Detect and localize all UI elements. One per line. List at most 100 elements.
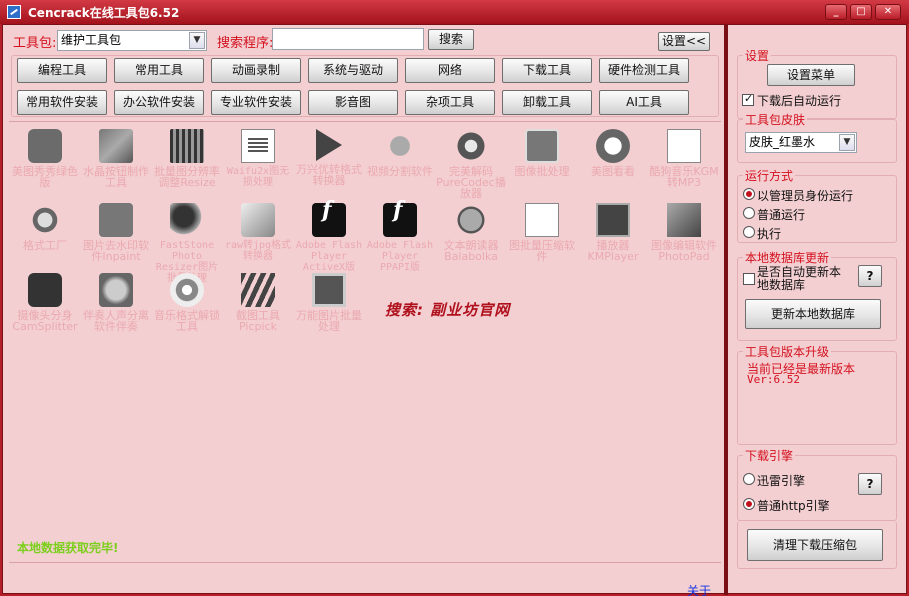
tool-label: Waifu2x图无损处理	[226, 166, 290, 188]
category-professional-software-install[interactable]: 专业软件安装	[211, 90, 301, 115]
tool-item[interactable]: 播放器KMPlayer	[577, 203, 649, 262]
tool-label: 文本朗读器Balabolka	[443, 239, 499, 263]
tool-item[interactable]: 美图看看	[577, 129, 649, 177]
skin-group-title: 工具包皮肤	[743, 111, 808, 128]
settings-menu-button[interactable]: 设置菜单	[767, 64, 855, 86]
minimize-button[interactable]: _	[825, 4, 847, 20]
music-unlock-icon	[170, 273, 204, 307]
category-ai-tools[interactable]: AI工具	[599, 90, 689, 115]
auto-update-db-checkbox[interactable]	[743, 273, 755, 285]
tool-item[interactable]: 截图工具Picpick	[222, 273, 294, 332]
auto-run-checkbox[interactable]	[742, 92, 754, 106]
execute-radio[interactable]	[743, 226, 755, 238]
tool-item[interactable]: 伴奏人声分离软件伴奏	[80, 273, 152, 332]
download-engine-help-button[interactable]: ?	[858, 473, 882, 495]
raw-converter-icon	[241, 203, 275, 237]
tool-item[interactable]: 酷狗音乐KGM转MP3	[648, 129, 720, 188]
settings-pane: 设置 设置菜单 下载后自动运行 工具包皮肤 皮肤_红墨水 ▼ 运行方式 以管理员…	[731, 27, 903, 593]
category-common-software-install[interactable]: 常用软件安装	[17, 90, 107, 115]
close-button[interactable]: ✕	[875, 4, 901, 20]
about-link[interactable]: 关于	[687, 582, 711, 596]
category-network[interactable]: 网络	[405, 58, 495, 83]
balabolka-icon	[454, 203, 488, 237]
tool-item[interactable]: 图像编辑软件PhotoPad	[648, 203, 720, 262]
tool-label: 伴奏人声分离软件伴奏	[83, 309, 149, 333]
run-as-admin-label: 以管理员身份运行	[757, 189, 854, 203]
music-convert-icon	[667, 129, 701, 163]
run-as-admin-radio[interactable]	[743, 188, 755, 200]
thunder-engine-radio[interactable]	[743, 473, 755, 485]
tool-label: 摄像头分身CamSplitter	[12, 309, 78, 333]
category-programming[interactable]: 编程工具	[17, 58, 107, 83]
tool-item[interactable]: Waifu2x图无损处理	[222, 129, 294, 188]
tool-item[interactable]: 万兴优转格式转换器	[293, 129, 365, 186]
tool-item[interactable]: 音乐格式解锁工具	[151, 273, 223, 332]
update-local-db-button[interactable]: 更新本地数据库	[745, 299, 881, 329]
vocal-split-icon	[99, 273, 133, 307]
tool-item[interactable]: 文本朗读器Balabolka	[435, 203, 507, 262]
execute-label: 执行	[757, 227, 782, 241]
category-media[interactable]: 影音图	[308, 90, 398, 115]
tool-item[interactable]: 图片去水印软件Inpaint	[80, 203, 152, 262]
settings-group-title: 设置	[743, 47, 772, 64]
run-mode-group-title: 运行方式	[743, 167, 796, 184]
tool-label: 批量图分辨率调整Resize	[154, 165, 220, 189]
tool-label: 水晶按钮制作工具	[83, 165, 149, 189]
eye-icon	[596, 129, 630, 163]
tool-item[interactable]: 美图秀秀绿色版	[9, 129, 81, 188]
tool-item[interactable]: 摄像头分身CamSplitter	[9, 273, 81, 332]
tool-item[interactable]: 图像批处理	[506, 129, 578, 177]
maximize-button[interactable]: □	[850, 4, 872, 20]
category-system-drivers[interactable]: 系统与驱动	[308, 58, 398, 83]
chevron-down-icon[interactable]: ▼	[189, 32, 205, 49]
chevron-down-icon[interactable]: ▼	[839, 134, 855, 151]
tool-item[interactable]: Adobe Flash Player ActiveX版	[293, 203, 365, 273]
tool-item[interactable]: Adobe Flash Player PPAPI版	[364, 203, 436, 273]
tool-label: Adobe Flash Player ActiveX版	[295, 240, 363, 273]
category-misc-tools[interactable]: 杂项工具	[405, 90, 495, 115]
category-office-software-install[interactable]: 办公软件安装	[114, 90, 204, 115]
local-db-help-button[interactable]: ?	[858, 265, 882, 287]
search-button[interactable]: 搜索	[428, 29, 474, 50]
tool-label: 音乐格式解锁工具	[154, 309, 220, 333]
main-frame: 工具包: 维护工具包 ▼ 搜索程序: 搜索 设置<< 编程工具 常用工具 动画录…	[2, 24, 907, 596]
skin-select[interactable]: 皮肤_红墨水 ▼	[745, 132, 857, 153]
tool-item[interactable]: 完美解码PureCodec播放器	[435, 129, 507, 199]
video-split-icon	[383, 129, 417, 163]
tool-item[interactable]: 水晶按钮制作工具	[80, 129, 152, 188]
inpaint-icon	[99, 203, 133, 237]
settings-toggle-button[interactable]: 设置<<	[658, 32, 710, 51]
tool-item[interactable]: 格式工厂	[9, 203, 81, 251]
picpick-icon	[241, 273, 275, 307]
gear-icon	[454, 129, 488, 163]
tool-item[interactable]: 图批量压缩软件	[506, 203, 578, 262]
tool-label: 截图工具Picpick	[236, 309, 280, 333]
tool-item[interactable]: 批量图分辨率调整Resize	[151, 129, 223, 188]
tool-item[interactable]: raw转jpg格式转换器	[222, 203, 294, 262]
tool-item[interactable]: 视频分割软件	[364, 129, 436, 177]
auto-update-db-label: 是否自动更新本地数据库	[757, 265, 842, 292]
toolkit-select[interactable]: 维护工具包 ▼	[57, 30, 207, 51]
tool-label: raw转jpg格式转换器	[224, 240, 292, 262]
tool-label: 播放器KMPlayer	[587, 239, 639, 263]
category-hardware-detection[interactable]: 硬件检测工具	[599, 58, 689, 83]
tool-item[interactable]: 万能图片批量处理	[293, 273, 365, 332]
tool-label: 图像批处理	[514, 165, 570, 178]
meitu-icon	[28, 129, 62, 163]
category-common-tools[interactable]: 常用工具	[114, 58, 204, 83]
search-input[interactable]	[272, 28, 424, 50]
normal-run-radio[interactable]	[743, 207, 755, 219]
window-title: Cencrack在线工具包6.52	[28, 6, 180, 20]
clean-download-packages-button[interactable]: 清理下载压缩包	[747, 529, 883, 561]
pane-divider[interactable]	[724, 25, 728, 595]
category-uninstall-tools[interactable]: 卸载工具	[502, 90, 592, 115]
category-download-tools[interactable]: 下载工具	[502, 58, 592, 83]
film-icon	[170, 129, 204, 163]
category-animation-recording[interactable]: 动画录制	[211, 58, 301, 83]
image-batch-icon	[312, 273, 346, 307]
tool-label: 酷狗音乐KGM转MP3	[649, 165, 719, 189]
tool-item[interactable]: FastStone Photo Resizer图片批量处理	[151, 203, 223, 284]
tool-label: Adobe Flash Player PPAPI版	[366, 240, 434, 273]
http-engine-radio[interactable]	[743, 498, 755, 510]
crystal-button-icon	[99, 129, 133, 163]
